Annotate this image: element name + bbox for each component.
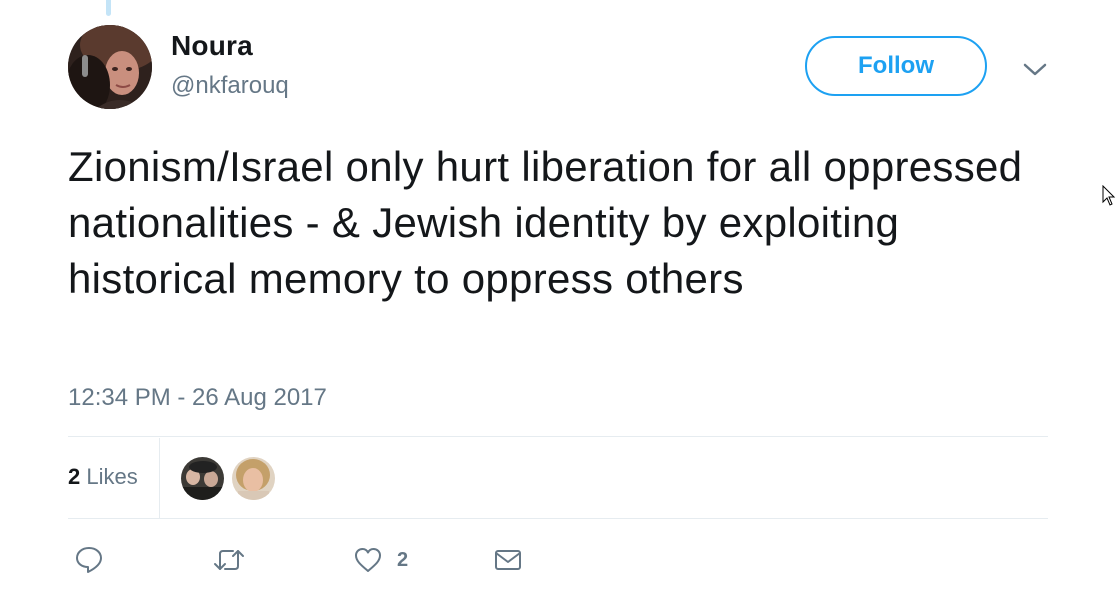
tweet-stats: 2 Likes [68,438,1048,518]
avatar-image [68,25,152,109]
follow-button[interactable]: Follow [805,36,987,96]
tweet-text: Zionism/Israel only hurt liberation for … [68,143,1023,302]
liker-avatar[interactable] [232,457,275,500]
tweet-timestamp[interactable]: 12:34 PM - 26 Aug 2017 [68,384,327,412]
retweet-button[interactable] [212,540,246,580]
author-handle[interactable]: @nkfarouq [171,72,289,100]
retweet-icon [214,550,244,570]
tweet-actions: 2 [68,540,668,580]
direct-message-button[interactable] [493,540,523,580]
stats-bottom-divider [68,518,1048,519]
liker-avatar-image [232,457,275,500]
heart-icon [355,548,381,572]
liker-avatar-image [181,457,224,500]
reply-icon [76,547,102,573]
likes-label: Likes [86,464,138,489]
author-avatar[interactable] [68,25,152,109]
like-button[interactable]: 2 [353,540,408,580]
mouse-cursor-icon [1102,184,1116,212]
stats-separator [159,438,160,518]
envelope-icon [495,550,521,570]
likes-stat[interactable]: 2 Likes [68,464,138,490]
chevron-down-icon [1023,63,1047,76]
thread-connector-line [106,0,111,16]
likes-count: 2 [68,464,81,489]
like-count: 2 [397,548,409,571]
more-options-button[interactable] [1019,58,1051,82]
stats-top-divider [68,436,1048,437]
author-name[interactable]: Noura [171,30,253,62]
reply-button[interactable] [74,540,104,580]
liker-avatar[interactable] [181,457,224,500]
